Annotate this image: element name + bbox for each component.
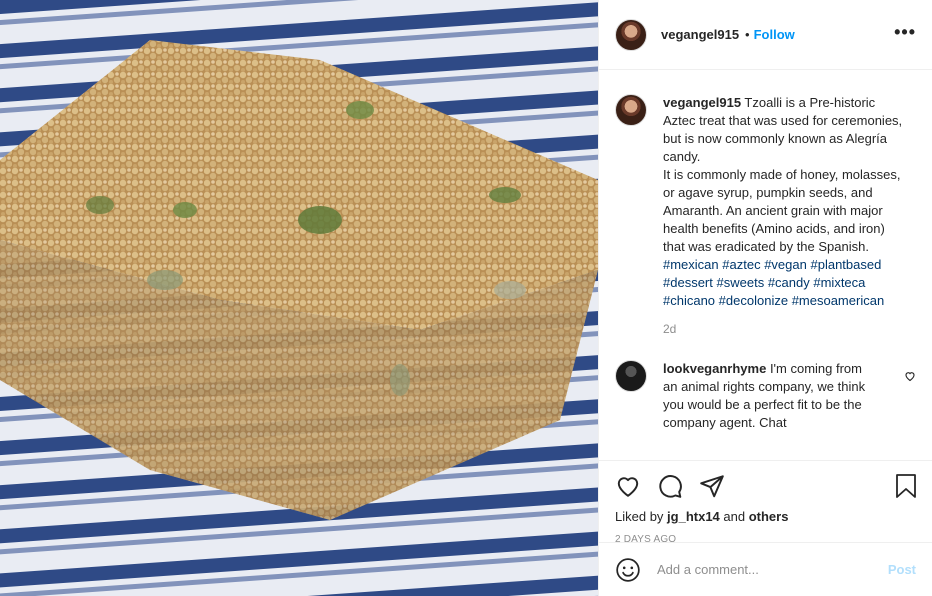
caption-text-2: It is commonly made of honey, molasses, … [663, 167, 901, 254]
commenter-username[interactable]: lookveganrhyme [663, 361, 766, 376]
photo-image [0, 0, 598, 596]
action-icons [615, 469, 916, 503]
hashtag[interactable]: #vegan [764, 257, 807, 272]
post-comment-button[interactable]: Post [888, 562, 916, 577]
add-comment-bar: Post [599, 542, 932, 596]
post-actions: Liked by jg_htx14 and others 2 DAYS AGO [599, 460, 932, 545]
comment-body: lookveganrhyme I'm coming from an animal… [663, 360, 878, 432]
like-heart-icon[interactable] [615, 473, 641, 499]
author-avatar[interactable] [615, 18, 647, 51]
liked-and: and [719, 509, 749, 524]
hashtag[interactable]: #decolonize [719, 293, 788, 308]
emoji-smiley-icon[interactable] [615, 557, 641, 583]
share-paper-plane-icon[interactable] [699, 473, 725, 499]
author-username[interactable]: vegangel915 [661, 27, 739, 42]
caption-text-1: vegangel915 Tzoalli is a Pre-historic Az… [663, 94, 903, 166]
caption-timestamp[interactable]: 2d [663, 320, 903, 338]
hashtag[interactable]: #mexican [663, 257, 719, 272]
hashtag[interactable]: #chicano [663, 293, 715, 308]
caption-username[interactable]: vegangel915 [663, 95, 741, 110]
more-options-icon[interactable]: ••• [894, 23, 916, 43]
liked-prefix: Liked by [615, 509, 668, 524]
comment-input[interactable] [657, 562, 888, 577]
post-photo[interactable] [0, 0, 598, 596]
caption: vegangel915 Tzoalli is a Pre-historic Az… [615, 86, 916, 338]
comment-item: lookveganrhyme I'm coming from an animal… [615, 360, 916, 432]
hashtag[interactable]: #mixteca [813, 275, 865, 290]
hashtag[interactable]: #dessert [663, 275, 713, 290]
commenter-avatar[interactable] [615, 360, 647, 392]
instagram-post-view: vegangel915 • Follow ••• vegangel915 Tzo… [0, 0, 932, 596]
hashtag[interactable]: #plantbased [810, 257, 881, 272]
likes-summary: Liked by jg_htx14 and others [615, 509, 916, 524]
caption-hashtags: #mexican #aztec #vegan #plantbased #dess… [663, 256, 903, 310]
save-bookmark-icon[interactable] [894, 473, 918, 499]
separator-dot: • [745, 27, 750, 42]
caption-body: vegangel915 Tzoalli is a Pre-historic Az… [663, 94, 903, 338]
follow-button[interactable]: Follow [754, 27, 795, 42]
like-comment-heart-icon[interactable] [904, 370, 916, 382]
comments-list[interactable]: vegangel915 Tzoalli is a Pre-historic Az… [599, 70, 932, 460]
hashtag[interactable]: #aztec [722, 257, 760, 272]
hashtag[interactable]: #sweets [717, 275, 765, 290]
liked-others-link[interactable]: others [749, 509, 789, 524]
hashtag[interactable]: #candy [768, 275, 810, 290]
post-date[interactable]: 2 DAYS AGO [615, 534, 916, 545]
hashtag[interactable]: #mesoamerican [792, 293, 885, 308]
liked-user-link[interactable]: jg_htx14 [667, 509, 720, 524]
post-header: vegangel915 • Follow ••• [599, 0, 932, 70]
caption-avatar[interactable] [615, 94, 647, 126]
post-panel: vegangel915 • Follow ••• vegangel915 Tzo… [598, 0, 932, 596]
comment-bubble-icon[interactable] [657, 473, 683, 499]
